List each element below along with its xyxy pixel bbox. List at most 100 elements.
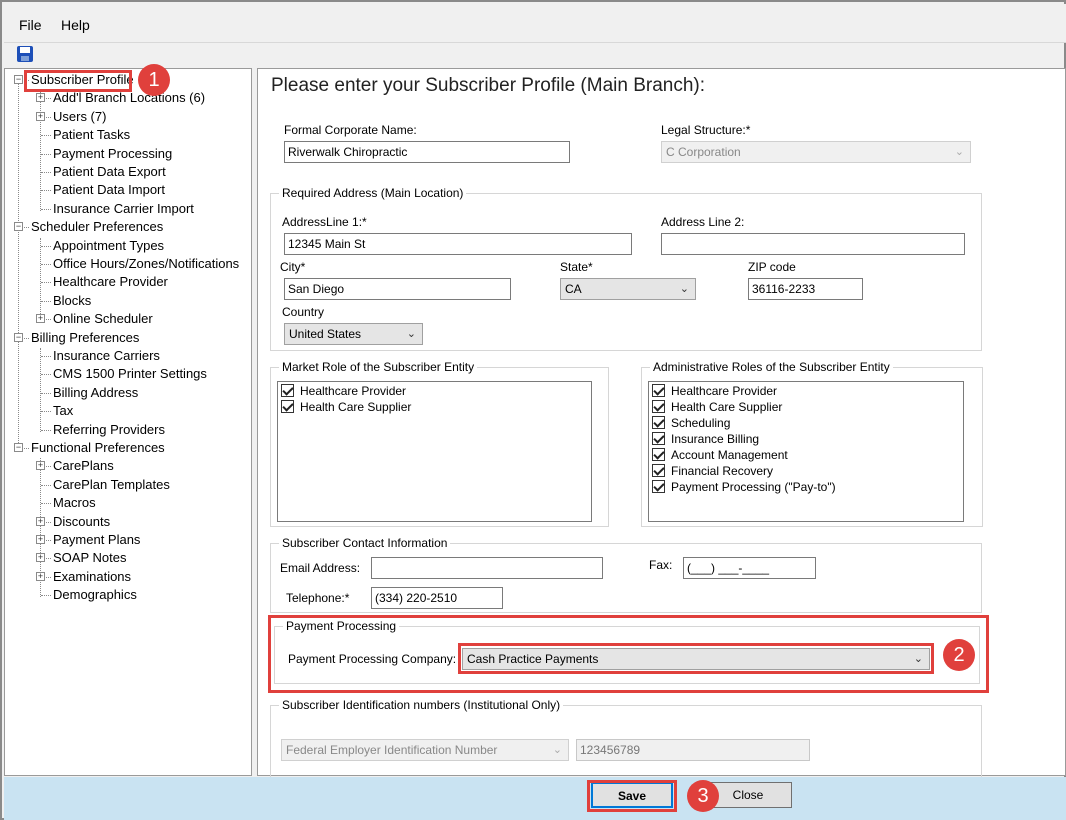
collapse-icon[interactable]: − [14, 332, 23, 342]
tree-item[interactable]: Patient Data Import [53, 181, 165, 199]
save-icon[interactable] [17, 46, 33, 62]
tree-branch-line [40, 238, 41, 322]
identification-number-input[interactable]: 123456789 [576, 739, 810, 761]
market-role-group-title: Market Role of the Subscriber Entity [279, 360, 478, 374]
email-input[interactable] [371, 557, 603, 579]
tree-item[interactable]: Insurance Carrier Import [53, 200, 194, 218]
role-label: Health Care Supplier [671, 400, 783, 414]
tree-item[interactable]: Discounts [53, 513, 110, 531]
address-group-title: Required Address (Main Location) [279, 186, 467, 200]
telephone-label: Telephone:* [286, 591, 350, 605]
checkbox-checked-icon[interactable] [652, 416, 665, 429]
checkbox-checked-icon[interactable] [652, 480, 665, 493]
expand-icon[interactable]: + [36, 314, 45, 324]
checkbox-checked-icon[interactable] [652, 432, 665, 445]
role-checkbox-row[interactable]: Scheduling [652, 416, 730, 432]
tree-item[interactable]: Functional Preferences [31, 439, 165, 457]
collapse-icon[interactable]: − [14, 222, 23, 232]
footer-bar: Save Close [4, 777, 1066, 820]
checkbox-checked-icon[interactable] [652, 384, 665, 397]
role-checkbox-row[interactable]: Account Management [652, 448, 788, 464]
tree-item[interactable]: Referring Providers [53, 421, 165, 439]
tree-connector [41, 172, 51, 173]
state-select[interactable]: CA ⌄ [560, 278, 696, 300]
checkbox-checked-icon[interactable] [652, 400, 665, 413]
tree-item[interactable]: Scheduler Preferences [31, 218, 163, 236]
tree-item[interactable]: Blocks [53, 292, 91, 310]
market-role-list: Healthcare Provider Health Care Supplier [277, 381, 592, 522]
role-checkbox-row[interactable]: Healthcare Provider [652, 384, 777, 400]
role-checkbox-row[interactable]: Payment Processing ("Pay-to") [652, 480, 836, 496]
expand-icon[interactable]: + [36, 93, 45, 103]
tree-branch-line [40, 348, 41, 432]
checkbox-checked-icon[interactable] [652, 464, 665, 477]
tree-item[interactable]: Insurance Carriers [53, 347, 160, 365]
navigation-tree: Subscriber Profile − Add'l Branch Location… [4, 68, 252, 776]
corporate-name-input[interactable]: Riverwalk Chiropractic [284, 141, 570, 163]
legal-structure-select[interactable]: C Corporation ⌄ [661, 141, 971, 163]
tree-item[interactable]: Payment Plans [53, 531, 140, 549]
role-label: Payment Processing ("Pay-to") [671, 480, 836, 494]
expand-icon[interactable]: + [36, 535, 45, 544]
country-select[interactable]: United States ⌄ [284, 323, 423, 345]
zip-input[interactable]: 36116-2233 [748, 278, 863, 300]
tree-connector [41, 282, 51, 284]
tree-item[interactable]: Healthcare Provider [53, 273, 168, 291]
tree-item[interactable]: CarePlan Templates [53, 476, 170, 494]
admin-role-list: Healthcare Provider Health Care Supplier S… [648, 381, 964, 522]
tree-item[interactable]: Patient Data Export [53, 163, 166, 181]
collapse-icon[interactable]: − [14, 443, 23, 452]
tree-item[interactable]: Patient Tasks [53, 126, 130, 144]
tree-item[interactable]: Online Scheduler [53, 310, 153, 328]
tree-item[interactable]: CMS 1500 Printer Settings [53, 365, 207, 383]
email-label: Email Address: [280, 561, 361, 575]
checkbox-checked-icon[interactable] [281, 400, 294, 413]
tree-connector [41, 374, 51, 376]
tree-connector [41, 153, 51, 155]
tree-item[interactable]: Examinations [53, 568, 131, 586]
tree-item[interactable]: Tax [53, 402, 73, 420]
tree-item[interactable]: Billing Preferences [31, 329, 139, 347]
role-checkbox-row[interactable]: Healthcare Provider [281, 384, 406, 400]
address-line2-input[interactable] [661, 233, 965, 255]
fax-input[interactable]: (___) ___-____ [683, 557, 816, 579]
menu-file[interactable]: File [19, 17, 42, 33]
city-label: City* [280, 260, 306, 274]
expand-icon[interactable]: + [36, 111, 45, 121]
city-input[interactable]: San Diego [284, 278, 511, 300]
tree-item[interactable]: SOAP Notes [53, 549, 126, 567]
expand-icon[interactable]: + [36, 516, 45, 526]
expand-icon[interactable]: + [36, 461, 45, 471]
chevron-down-icon: ⌄ [679, 283, 689, 295]
menu-help[interactable]: Help [61, 17, 90, 33]
collapse-icon[interactable]: − [14, 75, 23, 84]
expand-icon[interactable]: + [36, 553, 45, 563]
checkbox-checked-icon[interactable] [652, 448, 665, 461]
tree-item[interactable]: Users (7) [53, 108, 106, 126]
tree-item[interactable]: Office Hours/Zones/Notifications [53, 255, 239, 273]
tree-connector [41, 411, 51, 413]
checkbox-checked-icon[interactable] [281, 384, 294, 397]
role-checkbox-row[interactable]: Insurance Billing [652, 432, 759, 448]
address-line1-input[interactable]: 12345 Main St [284, 233, 632, 255]
role-checkbox-row[interactable]: Health Care Supplier [281, 400, 411, 416]
tree-item[interactable]: Macros [53, 494, 96, 512]
tree-connector [41, 595, 51, 597]
identification-type-select[interactable]: Federal Employer Identification Number ⌄ [281, 739, 569, 761]
step-badge-1: 1 [138, 64, 170, 96]
tree-item[interactable]: CarePlans [53, 457, 114, 475]
role-checkbox-row[interactable]: Health Care Supplier [652, 400, 782, 416]
tree-item[interactable]: Demographics [53, 586, 137, 604]
role-label: Account Management [671, 448, 788, 462]
tree-connector [41, 245, 51, 247]
tree-item[interactable]: Payment Processing [53, 145, 172, 163]
chevron-down-icon: ⌄ [552, 744, 562, 756]
tree-item[interactable]: Appointment Types [53, 237, 164, 255]
state-label: State* [560, 260, 593, 274]
role-checkbox-row[interactable]: Financial Recovery [652, 464, 773, 480]
expand-icon[interactable]: + [36, 571, 45, 581]
telephone-input[interactable]: (334) 220-2510 [371, 587, 503, 609]
tree-branch-line [40, 91, 41, 211]
tree-item[interactable]: Billing Address [53, 384, 138, 402]
tree-item[interactable]: Add'l Branch Locations (6) [53, 89, 205, 107]
